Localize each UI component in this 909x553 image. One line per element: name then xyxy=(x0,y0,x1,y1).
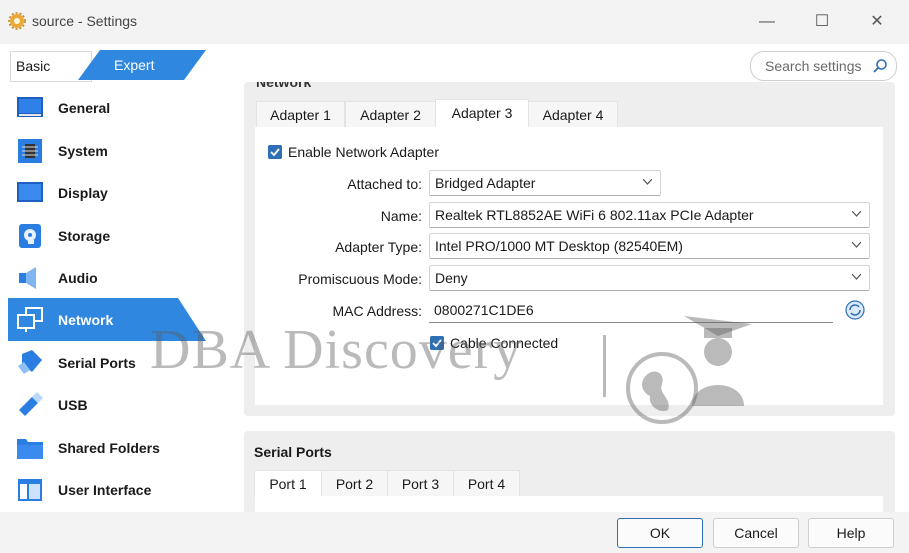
sidebar-item-label: Display xyxy=(58,185,108,201)
tab-label: Port 4 xyxy=(467,476,506,492)
mac-address-value: 0800271C1DE6 xyxy=(434,302,534,318)
sidebar-item-storage[interactable]: Storage xyxy=(8,215,206,257)
tab-adapter-2[interactable]: Adapter 2 xyxy=(345,101,436,128)
sidebar-item-label: General xyxy=(58,100,111,116)
tab-label: Port 1 xyxy=(269,476,307,492)
chevron-down-icon xyxy=(643,179,652,185)
minimize-button[interactable]: — xyxy=(754,10,780,34)
search-icon xyxy=(873,59,887,73)
tab-label: Adapter 1 xyxy=(270,107,331,123)
system-chip-icon xyxy=(18,139,42,163)
general-icon xyxy=(17,97,43,117)
tab-label: Adapter 3 xyxy=(451,105,513,121)
tab-label: Port 3 xyxy=(401,476,440,492)
audio-speaker-icon xyxy=(19,267,36,289)
attached-to-value: Bridged Adapter xyxy=(435,175,536,191)
chevron-down-icon xyxy=(852,211,861,217)
expert-mode-label: Expert xyxy=(114,57,155,73)
tab-label: Port 2 xyxy=(335,476,374,492)
ok-button[interactable]: OK xyxy=(617,518,703,548)
sidebar-item-label: System xyxy=(58,143,108,159)
expert-mode-tab[interactable]: Expert xyxy=(78,50,206,80)
app-gear-icon xyxy=(8,12,26,30)
sidebar-item-user-interface[interactable]: User Interface xyxy=(8,469,206,511)
tab-label: Adapter 4 xyxy=(542,107,604,123)
usb-icon xyxy=(19,392,43,416)
sidebar-item-label: User Interface xyxy=(58,482,152,498)
tab-label: Adapter 2 xyxy=(360,107,421,123)
mac-address-label: MAC Address: xyxy=(332,303,422,319)
network-section-title: Network xyxy=(256,82,312,90)
tab-port-3[interactable]: Port 3 xyxy=(387,470,454,497)
cancel-button[interactable]: Cancel xyxy=(713,518,799,548)
tab-adapter-3[interactable]: Adapter 3 xyxy=(435,99,529,128)
tab-port-2[interactable]: Port 2 xyxy=(321,470,388,497)
refresh-mac-icon[interactable] xyxy=(845,300,865,320)
user-interface-icon xyxy=(18,479,42,501)
tab-adapter-1[interactable]: Adapter 1 xyxy=(256,101,345,128)
shared-folder-icon xyxy=(17,439,43,459)
serial-ports-title: Serial Ports xyxy=(254,444,332,460)
chevron-down-icon xyxy=(852,274,861,280)
network-icon xyxy=(17,307,43,332)
window-title: source - Settings xyxy=(32,13,138,29)
help-button-label: Help xyxy=(836,525,866,541)
sidebar-item-label: Shared Folders xyxy=(58,440,160,456)
storage-disk-icon xyxy=(19,224,41,248)
serial-ports-icon xyxy=(18,350,42,374)
sidebar-item-general[interactable]: General xyxy=(8,87,206,129)
sidebar-item-display[interactable]: Display xyxy=(8,172,206,214)
checkbox-checked-icon xyxy=(268,145,282,159)
tab-port-1[interactable]: Port 1 xyxy=(254,470,322,497)
enable-adapter-label: Enable Network Adapter xyxy=(288,144,439,160)
help-button[interactable]: Help xyxy=(808,518,894,548)
adapter-name-value: Realtek RTL8852AE WiFi 6 802.11ax PCIe A… xyxy=(435,207,754,223)
promiscuous-mode-value: Deny xyxy=(435,270,468,286)
search-placeholder: Search settings xyxy=(765,58,862,74)
adapter-type-value: Intel PRO/1000 MT Desktop (82540EM) xyxy=(435,238,683,254)
attached-to-label: Attached to: xyxy=(347,176,422,192)
promiscuous-mode-label: Promiscuous Mode: xyxy=(298,271,422,287)
adapter-name-select[interactable]: Realtek RTL8852AE WiFi 6 802.11ax PCIe A… xyxy=(429,202,870,228)
adapter-type-label: Adapter Type: xyxy=(335,239,422,255)
chevron-down-icon xyxy=(852,242,861,248)
attached-to-select[interactable]: Bridged Adapter xyxy=(429,170,661,196)
sidebar-item-system[interactable]: System xyxy=(8,130,206,172)
sidebar-item-label: Audio xyxy=(58,270,98,286)
search-input[interactable]: Search settings xyxy=(750,51,897,81)
display-monitor-icon xyxy=(17,182,43,202)
tab-port-4[interactable]: Port 4 xyxy=(453,470,520,497)
close-button[interactable]: ✕ xyxy=(864,10,890,34)
watermark-text: DBA Discovery xyxy=(150,319,523,381)
maximize-button[interactable]: ☐ xyxy=(809,10,835,34)
sidebar-item-audio[interactable]: Audio xyxy=(8,257,206,299)
basic-mode-label: Basic xyxy=(16,58,51,74)
sidebar-item-label: Storage xyxy=(58,228,111,244)
promiscuous-mode-select[interactable]: Deny xyxy=(429,265,870,291)
sidebar-item-label: Network xyxy=(58,312,114,328)
sidebar-item-usb[interactable]: USB xyxy=(8,384,206,426)
sidebar-item-label: Serial Ports xyxy=(58,355,136,371)
name-label: Name: xyxy=(380,208,422,224)
adapter-type-select[interactable]: Intel PRO/1000 MT Desktop (82540EM) xyxy=(429,233,870,259)
ok-button-label: OK xyxy=(649,525,671,541)
watermark-divider xyxy=(603,335,606,397)
sidebar-item-shared-folders[interactable]: Shared Folders xyxy=(8,427,206,469)
tab-adapter-4[interactable]: Adapter 4 xyxy=(528,101,618,128)
watermark-graduate-globe-logo xyxy=(626,316,752,424)
sidebar-item-label: USB xyxy=(58,397,88,413)
cancel-button-label: Cancel xyxy=(734,525,778,541)
